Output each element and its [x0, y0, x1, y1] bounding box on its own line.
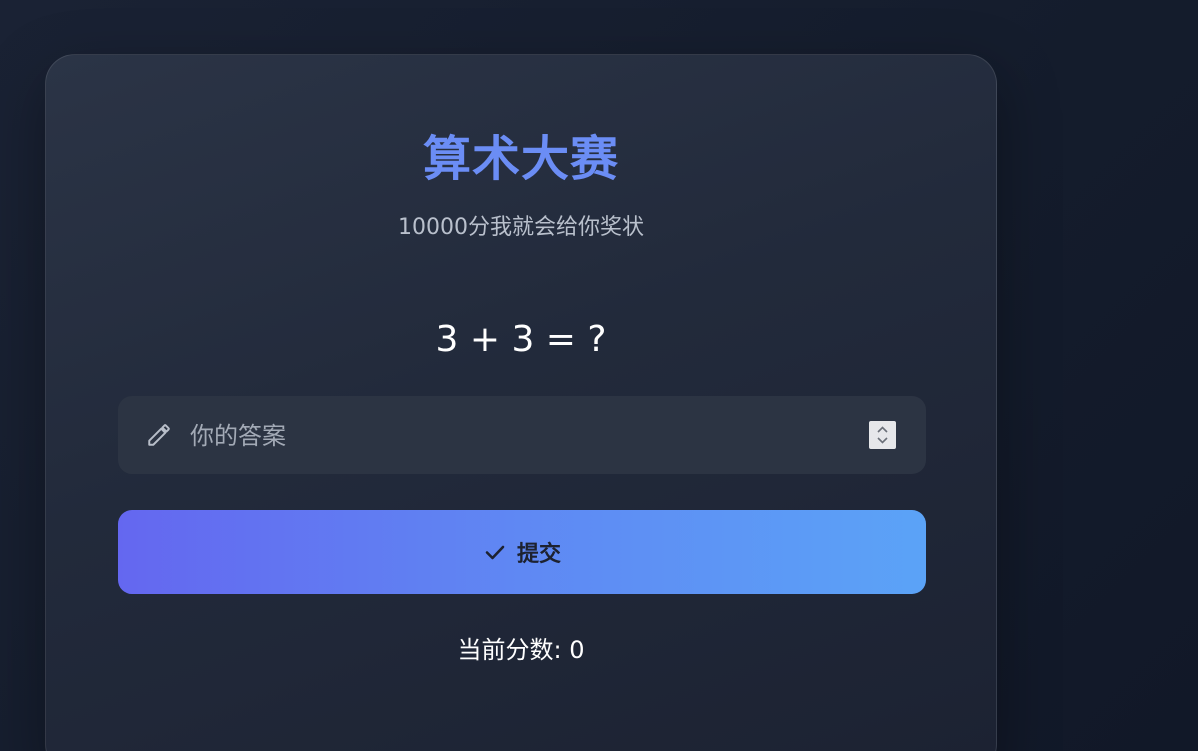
page-subtitle: 10000分我就会给你奖状 [398, 215, 644, 240]
math-question: 3 + 3 = ? [435, 319, 607, 360]
pencil-icon [146, 422, 172, 448]
number-stepper[interactable] [869, 421, 896, 449]
score-text: 当前分数: 0 [457, 636, 585, 664]
submit-button[interactable]: 提交 [118, 510, 926, 594]
answer-input[interactable] [188, 414, 852, 458]
submit-label: 提交 [516, 541, 561, 566]
game-card: 算术大赛 10000分我就会给你奖状 3 + 3 = ? 提交 当前分数: 0 [45, 54, 997, 751]
page-title: 算术大赛 [422, 131, 619, 187]
check-icon [483, 540, 507, 564]
answer-field[interactable] [118, 396, 926, 474]
